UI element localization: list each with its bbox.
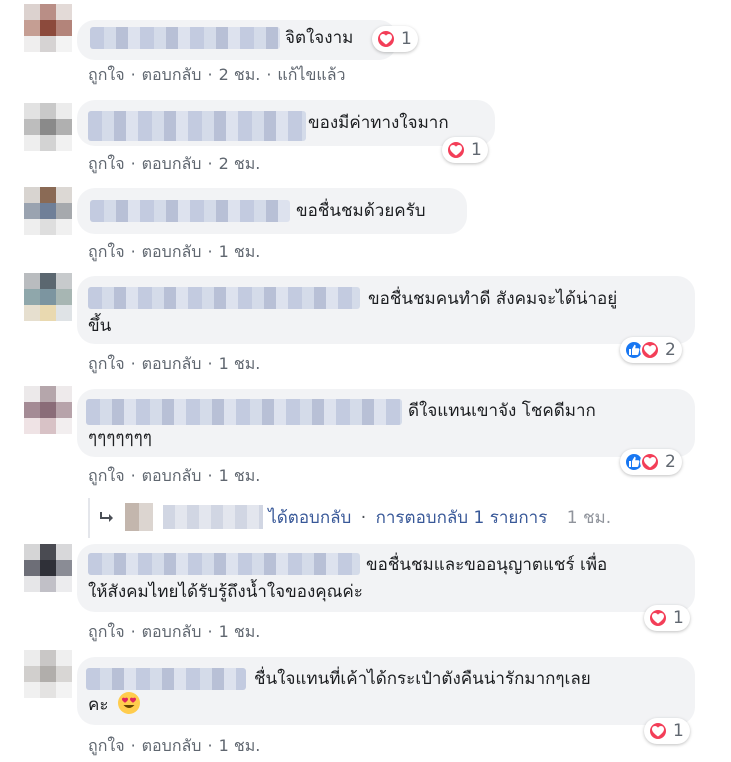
- timestamp[interactable]: 1 ชม.: [219, 466, 261, 485]
- comment-text-line2-wrap: คะ: [88, 692, 140, 718]
- comment-text-line2: ขึ้น: [88, 316, 112, 336]
- reply-link[interactable]: ตอบกลับ: [142, 466, 202, 485]
- reply-link[interactable]: ตอบกลับ: [142, 736, 202, 755]
- reply-count: การตอบกลับ 1 รายการ: [375, 508, 548, 528]
- like-link[interactable]: ถูกใจ: [88, 65, 125, 84]
- reaction-count-number: 1: [471, 140, 482, 160]
- reply-link[interactable]: ตอบกลับ: [142, 154, 202, 173]
- avatar[interactable]: [24, 386, 72, 434]
- reaction-count[interactable]: 1: [442, 137, 488, 163]
- reply-link[interactable]: ตอบกลับ: [142, 354, 202, 373]
- reaction-count-number: 1: [673, 608, 684, 628]
- heart-icon: [640, 340, 660, 360]
- heart-icon: [376, 29, 396, 49]
- comment-text: ของมีค่าทางใจมาก: [308, 113, 449, 133]
- like-link[interactable]: ถูกใจ: [88, 354, 125, 373]
- reaction-count[interactable]: 1: [644, 718, 690, 744]
- edited-label[interactable]: แก้ไขแล้ว: [277, 65, 345, 84]
- timestamp[interactable]: 2 ชม.: [219, 65, 261, 84]
- avatar[interactable]: [24, 544, 72, 592]
- comment-actions: ถูกใจ · ตอบกลับ · 1 ชม.: [88, 622, 261, 641]
- blurred-author-name[interactable]: [86, 668, 246, 690]
- like-link[interactable]: ถูกใจ: [88, 154, 125, 173]
- comment-actions: ถูกใจ · ตอบกลับ · 1 ชม.: [88, 242, 261, 261]
- heart-icon: [648, 721, 668, 741]
- comment-text: ชื่นใจแทนที่เค้าได้กระเป๋าตังคืนน่ารักมา…: [254, 669, 591, 689]
- view-replies-link[interactable]: ได้ตอบกลับ · การตอบกลับ 1 รายการ 1 ชม.: [98, 503, 611, 531]
- blurred-author-name[interactable]: [86, 399, 402, 425]
- heart-icon: [648, 608, 668, 628]
- comment-text-line2: ๆๆๆๆๆๆๆ: [88, 428, 152, 448]
- like-link[interactable]: ถูกใจ: [88, 622, 125, 641]
- reply-link[interactable]: ตอบกลับ: [142, 65, 202, 84]
- reaction-count[interactable]: 2: [620, 449, 682, 475]
- reaction-count-number: 1: [673, 721, 684, 741]
- reaction-count-number: 1: [401, 29, 412, 49]
- blurred-author-name[interactable]: [88, 111, 306, 141]
- reply-link[interactable]: ตอบกลับ: [142, 242, 202, 261]
- like-link[interactable]: ถูกใจ: [88, 736, 125, 755]
- comment-actions: ถูกใจ · ตอบกลับ · 1 ชม.: [88, 354, 261, 373]
- heart-icon: [640, 452, 660, 472]
- comment-actions: ถูกใจ · ตอบกลับ · 2 ชม. · แก้ไขแล้ว: [88, 65, 346, 84]
- timestamp: 1 ชม.: [566, 508, 612, 528]
- like-link[interactable]: ถูกใจ: [88, 242, 125, 261]
- timestamp[interactable]: 1 ชม.: [219, 736, 261, 755]
- like-link[interactable]: ถูกใจ: [88, 466, 125, 485]
- timestamp[interactable]: 1 ชม.: [219, 242, 261, 261]
- comment-text-line2: คะ: [88, 695, 109, 715]
- comment-text: ขอชื่นชมคนทำดี สังคมจะได้น่าอยู่: [368, 289, 618, 309]
- avatar[interactable]: [24, 273, 72, 321]
- timestamp[interactable]: 2 ชม.: [219, 154, 261, 173]
- avatar[interactable]: [24, 650, 72, 698]
- comment-text: ขอชื่นชมและขออนุญาตแชร์ เพื่อ: [366, 555, 608, 575]
- reaction-count[interactable]: 1: [644, 605, 690, 631]
- reaction-count[interactable]: 2: [620, 337, 682, 363]
- reply-thread-line: [88, 498, 90, 538]
- blurred-author-name[interactable]: [88, 553, 360, 575]
- reply-link[interactable]: ตอบกลับ: [142, 622, 202, 641]
- comment-text: จิตใจงาม: [285, 28, 354, 48]
- reaction-count[interactable]: 1: [372, 26, 418, 52]
- reaction-count-number: 2: [665, 340, 676, 360]
- timestamp[interactable]: 1 ชม.: [219, 354, 261, 373]
- mini-avatar: [125, 503, 154, 531]
- comment-text: ขอชื่นชมด้วยครับ: [296, 201, 426, 221]
- heart-icon: [446, 140, 466, 160]
- timestamp[interactable]: 1 ชม.: [219, 622, 261, 641]
- comment-actions: ถูกใจ · ตอบกลับ · 2 ชม.: [88, 154, 261, 173]
- blurred-author-name[interactable]: [90, 27, 280, 49]
- comment-actions: ถูกใจ · ตอบกลับ · 1 ชม.: [88, 736, 261, 755]
- comment-text: ดีใจแทนเขาจัง โชคดีมาก: [408, 401, 596, 421]
- avatar[interactable]: [24, 4, 72, 52]
- avatar[interactable]: [24, 187, 72, 235]
- reaction-count-number: 2: [665, 452, 676, 472]
- blurred-author-name[interactable]: [88, 287, 360, 309]
- heart-eyes-emoji: [117, 692, 140, 714]
- comment-text-line2: ให้สังคมไทยได้รับรู้ถึงน้ำใจของคุณค่ะ: [88, 582, 363, 602]
- comment-actions: ถูกใจ · ตอบกลับ · 1 ชม.: [88, 466, 261, 485]
- avatar[interactable]: [24, 103, 72, 151]
- reply-arrow-icon: [98, 510, 116, 530]
- replied-label: ได้ตอบกลับ: [268, 508, 352, 528]
- blurred-author-name: [162, 505, 263, 529]
- blurred-author-name[interactable]: [90, 200, 290, 222]
